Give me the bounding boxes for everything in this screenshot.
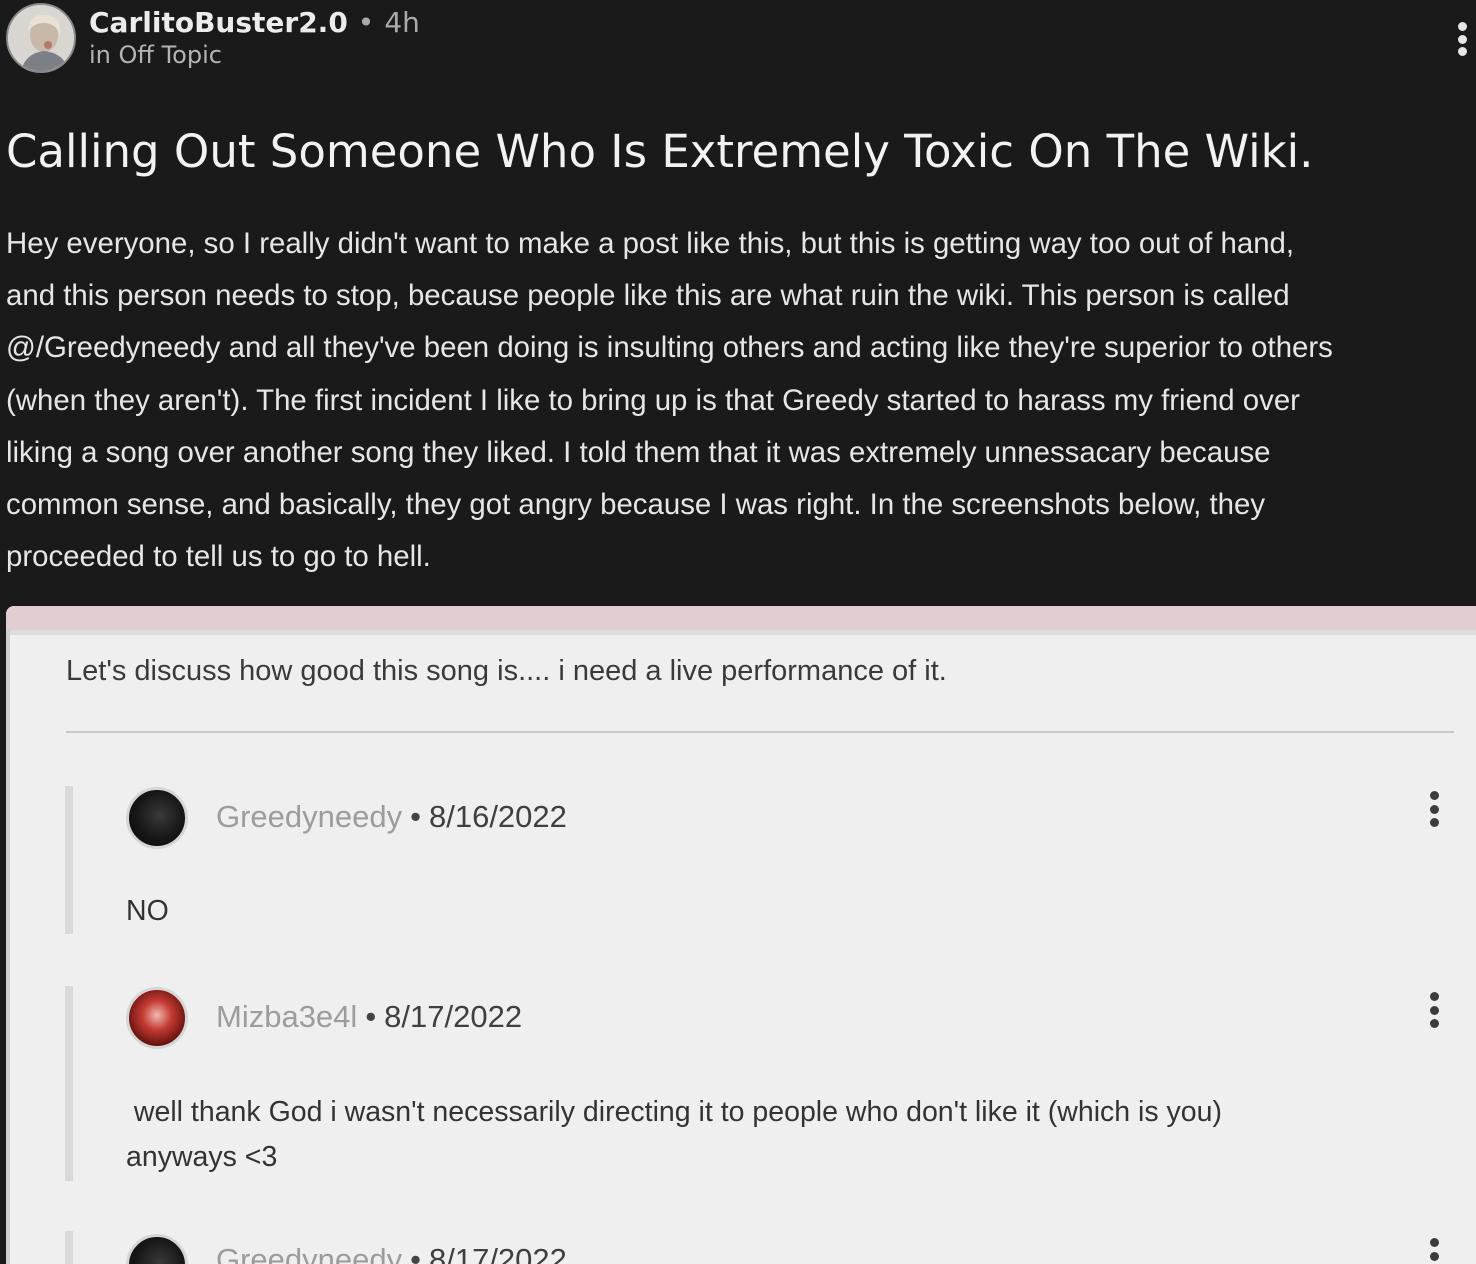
- reply-thread-bar: [65, 1231, 73, 1264]
- post-body-line: proceeded to tell us to go to hell.: [6, 540, 431, 574]
- reply-text: anyways <3: [126, 1141, 278, 1173]
- post-body-line: common sense, and basically, they got an…: [6, 488, 1266, 522]
- reply-avatar[interactable]: [126, 787, 188, 849]
- reply-meta: Greedyneedy • 8/16/2022: [216, 798, 567, 836]
- embed-left-border: [6, 630, 10, 1264]
- reply-thread-bar: [65, 986, 73, 1181]
- post-body-line: Hey everyone, so I really didn't want to…: [6, 227, 1295, 260]
- meta-separator: •: [357, 6, 375, 39]
- reply-text: NO: [126, 895, 169, 927]
- post-timestamp: 4h: [384, 6, 420, 39]
- reply-separator: •: [410, 1242, 421, 1264]
- reply-separator: •: [365, 999, 377, 1034]
- reply-options-icon[interactable]: [1430, 791, 1439, 827]
- author-line: CarlitoBuster2.0 • 4h: [89, 6, 420, 40]
- author-name[interactable]: CarlitoBuster2.0: [89, 6, 348, 39]
- post-body-line: @/Greedyneedy and all they've been doing…: [6, 331, 1333, 365]
- post-header: CarlitoBuster2.0 • 4h in Off Topic: [0, 0, 1476, 80]
- reply-username[interactable]: Greedyneedy: [216, 799, 402, 834]
- reply-thread-bar: [65, 786, 73, 934]
- reply-date: 8/17/2022: [384, 999, 523, 1034]
- reply-text: well thank God i wasn't necessarily dire…: [126, 1096, 1222, 1128]
- original-post-text: Let's discuss how good this song is.... …: [66, 655, 947, 687]
- author-avatar[interactable]: [6, 3, 76, 73]
- reply-date: 8/16/2022: [428, 799, 567, 834]
- post-page: CarlitoBuster2.0 • 4h in Off Topic Calling…: [0, 0, 1476, 1264]
- reply-username[interactable]: Mizba3e4l: [216, 999, 357, 1034]
- post-body-line: (when they aren't). The first incident I…: [6, 383, 1300, 417]
- reply-options-icon[interactable]: [1430, 1238, 1439, 1264]
- reply-username[interactable]: Greedyneedy: [216, 1242, 402, 1264]
- reply-avatar[interactable]: [126, 1234, 188, 1264]
- community-label[interactable]: in Off Topic: [89, 40, 222, 70]
- embedded-screenshot[interactable]: Let's discuss how good this song is.... …: [6, 606, 1476, 1264]
- embed-top-bar: [6, 606, 1476, 630]
- post-body-line: and this person needs to stop, because p…: [6, 279, 1290, 313]
- reply-avatar[interactable]: [126, 987, 188, 1049]
- reply-options-icon[interactable]: [1430, 992, 1439, 1028]
- reply-meta: Mizba3e4l • 8/17/2022: [216, 998, 522, 1036]
- avatar-portrait-icon: [8, 5, 74, 71]
- comments-divider: [66, 731, 1454, 733]
- reply-date: 8/17/2022: [428, 1242, 567, 1264]
- post-title: Calling Out Someone Who Is Extremely Tox…: [6, 125, 1314, 178]
- reply-separator: •: [410, 799, 421, 834]
- embed-top-divider: [6, 630, 1476, 635]
- reply-meta: Greedyneedy • 8/17/2022: [216, 1241, 567, 1264]
- post-body: Hey everyone, so I really didn't want to…: [6, 218, 1474, 583]
- post-body-line: liking a song over another song they lik…: [6, 435, 1271, 469]
- post-options-icon[interactable]: [1458, 22, 1467, 56]
